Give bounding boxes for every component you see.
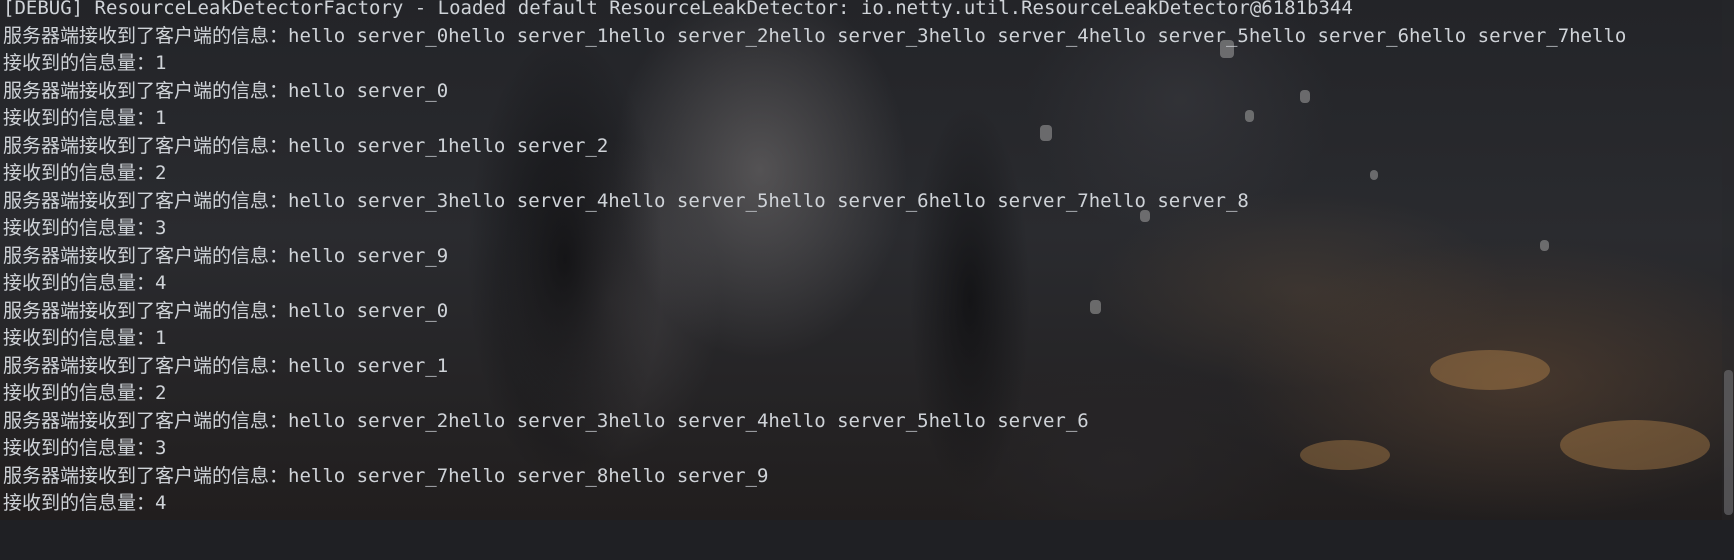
console-line: 接收到的信息量：2	[3, 382, 167, 404]
console-line: 服务器端接收到了客户端的信息：hello server_0	[3, 79, 449, 102]
console-line: 服务器端接收到了客户端的信息：hello server_9	[3, 244, 449, 267]
console-line: 服务器端接收到了客户端的信息：hello server_2hello serve…	[3, 409, 1089, 432]
console-line: 服务器端接收到了客户端的信息：hello server_0	[3, 299, 449, 322]
console-line: 服务器端接收到了客户端的信息：hello server_7hello serve…	[3, 464, 769, 487]
console-line: 接收到的信息量：1	[3, 107, 167, 129]
console-line: 服务器端接收到了客户端的信息：hello server_3hello serve…	[3, 189, 1249, 212]
console-line: 接收到的信息量：4	[3, 492, 167, 514]
console-line-debug: [DEBUG] ResourceLeakDetectorFactory - Lo…	[3, 0, 1353, 19]
console-line: 接收到的信息量：2	[3, 162, 167, 184]
console-line: 接收到的信息量：3	[3, 217, 167, 239]
console-line: 服务器端接收到了客户端的信息：hello server_1	[3, 354, 449, 377]
console-line: 接收到的信息量：1	[3, 327, 167, 349]
console-line: 服务器端接收到了客户端的信息：hello server_0hello serve…	[3, 24, 1627, 47]
console-output[interactable]: [DEBUG] ResourceLeakDetectorFactory - Lo…	[0, 0, 1734, 518]
vertical-scrollbar[interactable]	[1722, 0, 1734, 520]
scrollbar-thumb[interactable]	[1724, 370, 1733, 515]
console-line: 接收到的信息量：3	[3, 437, 167, 459]
console-line: 接收到的信息量：4	[3, 272, 167, 294]
console-line: 接收到的信息量：1	[3, 52, 167, 74]
console-line: 服务器端接收到了客户端的信息：hello server_1hello serve…	[3, 134, 609, 157]
